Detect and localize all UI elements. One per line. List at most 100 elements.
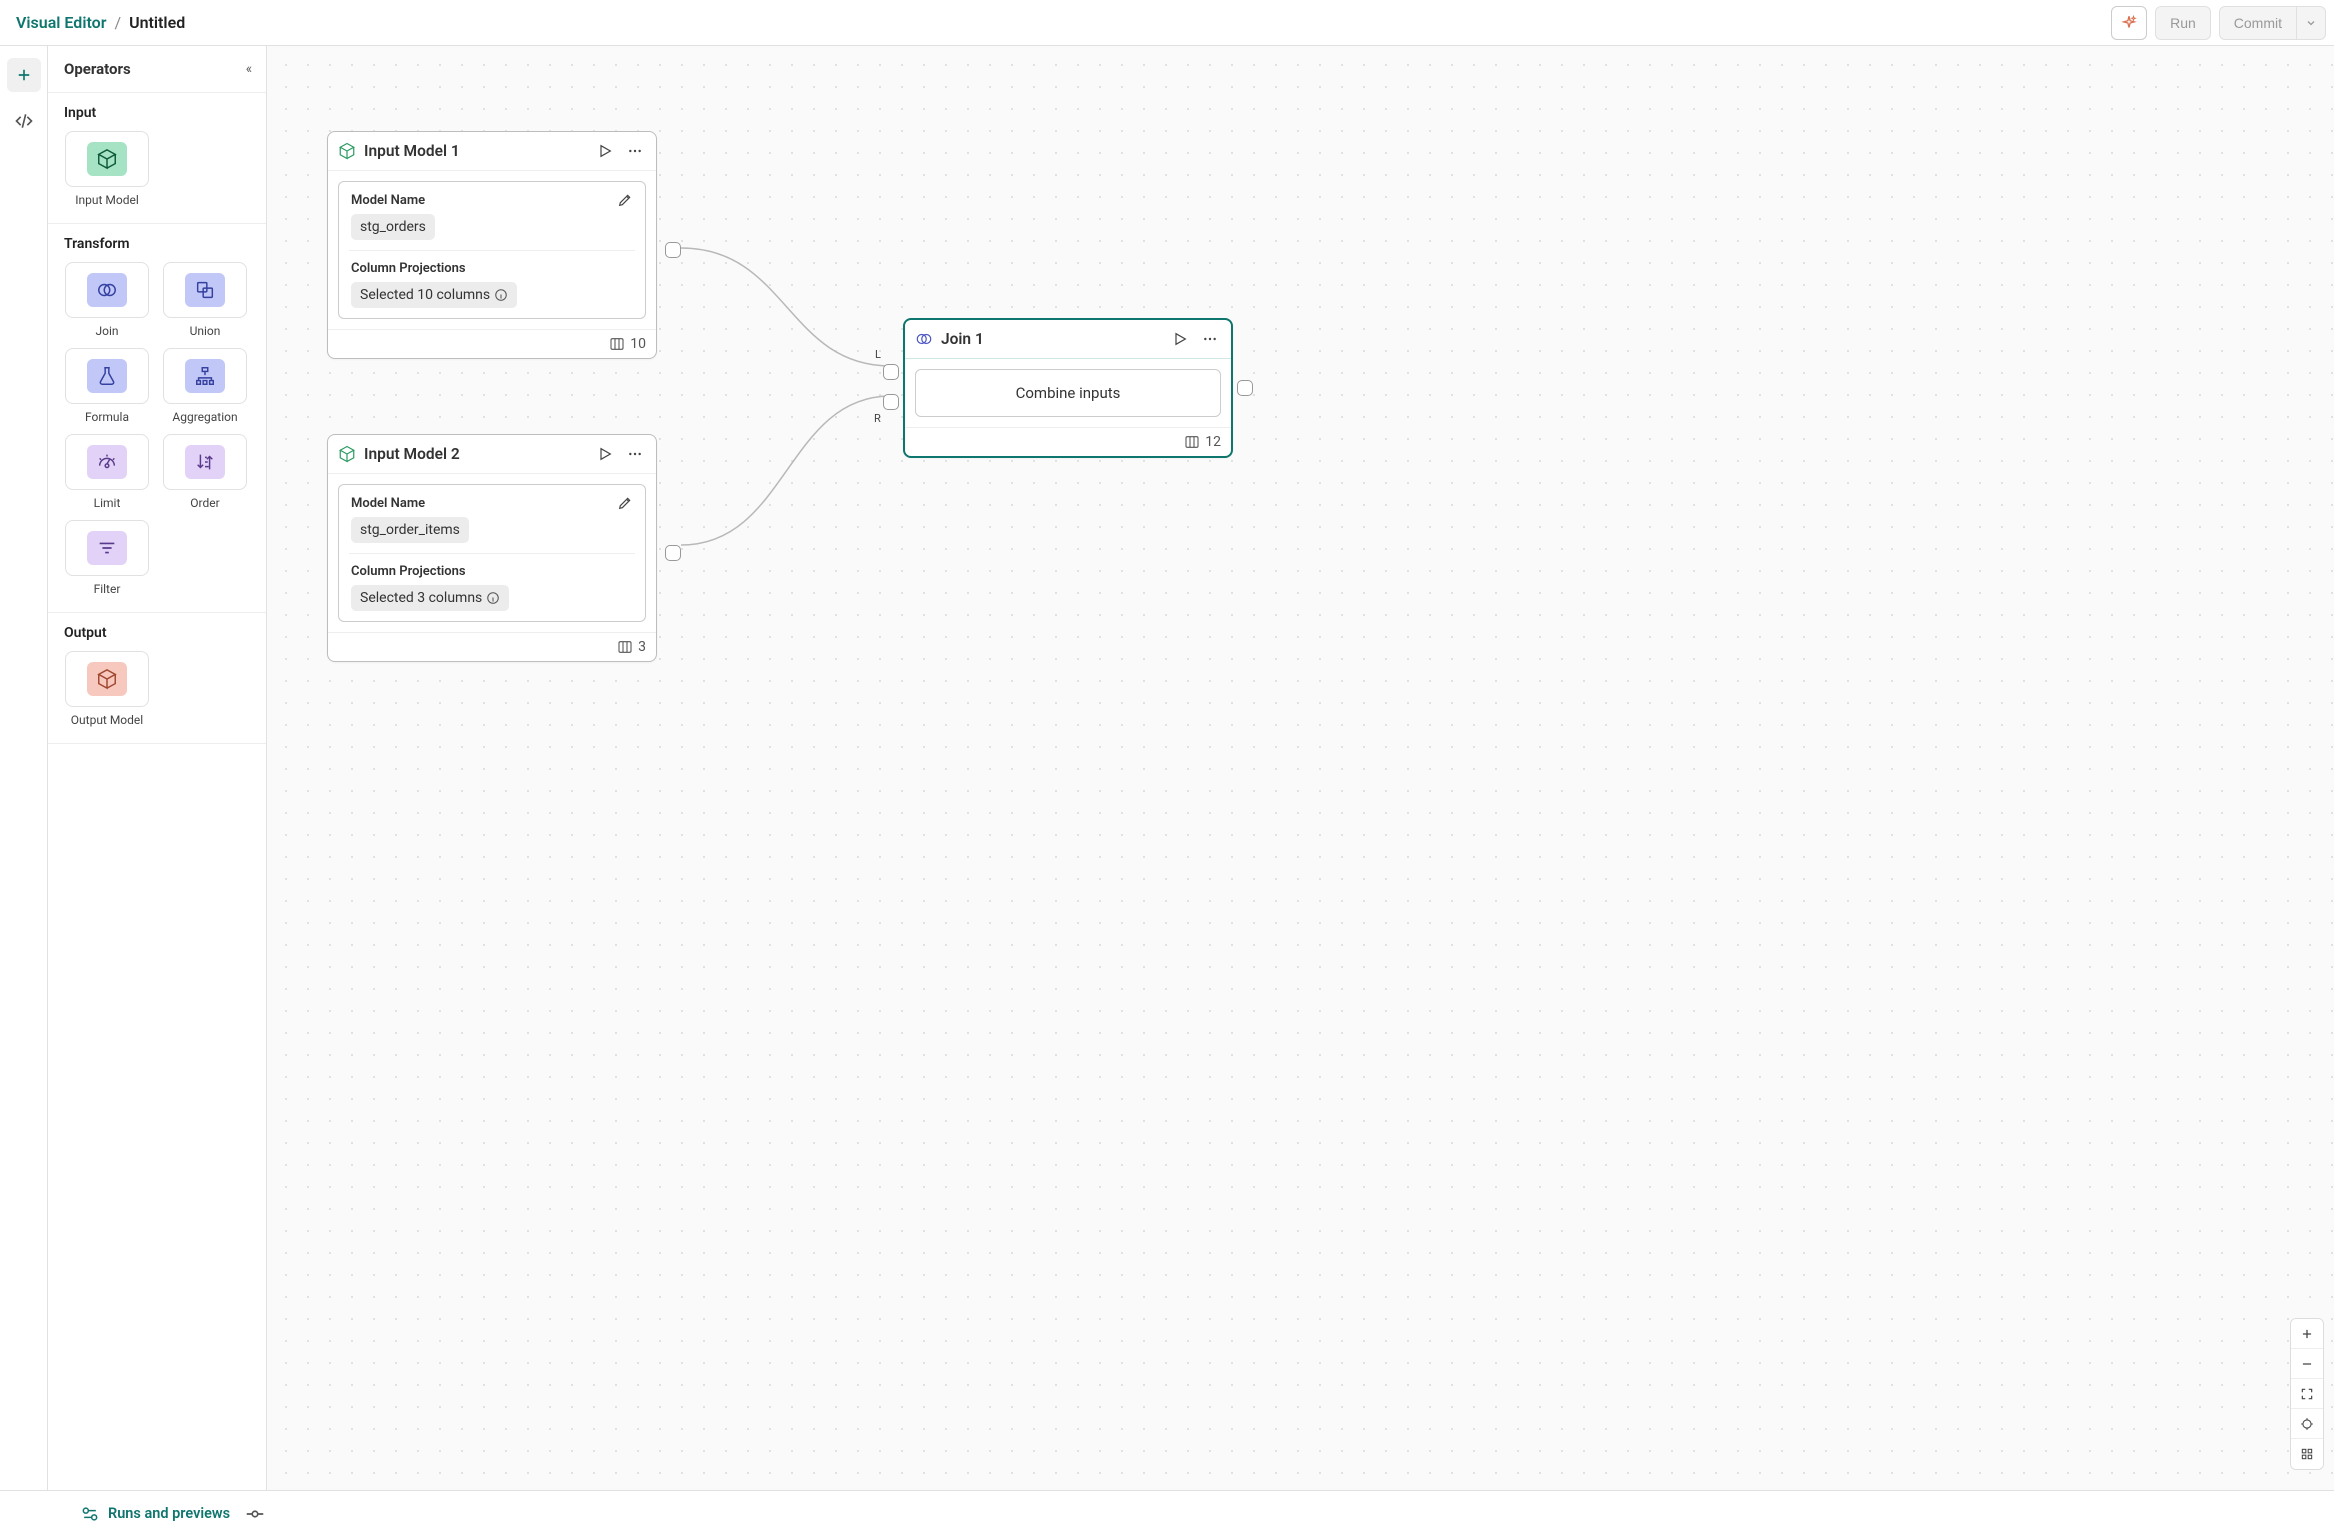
node-more-button[interactable] <box>1199 328 1221 350</box>
node-title: Join 1 <box>941 330 1161 348</box>
operator-label: Limit <box>94 496 121 510</box>
fullscreen-icon <box>2300 1387 2314 1401</box>
operator-formula[interactable]: Formula <box>64 348 150 424</box>
cube-icon <box>338 445 356 463</box>
add-button[interactable] <box>7 58 41 92</box>
column-count: 3 <box>638 639 646 655</box>
model-name-value[interactable]: stg_orders <box>351 214 435 240</box>
aggregation-icon <box>194 365 216 387</box>
sidebar-section-transform: Transform Join Union <box>48 224 266 613</box>
info-icon <box>486 591 500 605</box>
operator-union[interactable]: Union <box>162 262 248 338</box>
operator-filter[interactable]: Filter <box>64 520 150 596</box>
columns-icon <box>609 336 625 352</box>
zoom-in-button[interactable] <box>2291 1319 2323 1349</box>
commit-group: Commit <box>2219 6 2326 40</box>
minus-icon <box>2300 1357 2314 1371</box>
projections-text: Selected 10 columns <box>360 287 490 303</box>
columns-icon <box>1184 434 1200 450</box>
cube-icon <box>96 668 118 690</box>
output-port[interactable] <box>1237 380 1253 396</box>
operator-label: Filter <box>94 582 121 596</box>
cube-icon <box>96 148 118 170</box>
node-input-model-2[interactable]: Input Model 2 Model Name stg_order <box>327 434 657 662</box>
zoom-out-button[interactable] <box>2291 1349 2323 1379</box>
node-more-button[interactable] <box>624 443 646 465</box>
operator-aggregation[interactable]: Aggregation <box>162 348 248 424</box>
grid-icon <box>2300 1447 2314 1461</box>
run-button[interactable]: Run <box>2155 6 2211 40</box>
code-view-button[interactable] <box>13 110 35 132</box>
collapse-sidebar-button[interactable]: ‹‹ <box>246 61 250 77</box>
node-run-button[interactable] <box>594 140 616 162</box>
play-icon <box>597 143 613 159</box>
edit-model-button[interactable] <box>617 192 633 208</box>
node-input-model-1[interactable]: Input Model 1 Model Name stg_order <box>327 131 657 359</box>
input-port-right[interactable] <box>883 394 899 410</box>
node-title: Input Model 1 <box>364 142 586 160</box>
model-name-value[interactable]: stg_order_items <box>351 517 469 543</box>
join-icon <box>96 279 118 301</box>
join-icon <box>915 330 933 348</box>
flask-icon <box>96 365 118 387</box>
canvas[interactable]: Input Model 1 Model Name stg_order <box>267 46 2334 1490</box>
node-title: Input Model 2 <box>364 445 586 463</box>
node-join-1[interactable]: Join 1 Combine inputs 12 L R <box>903 318 1233 458</box>
center-button[interactable] <box>2291 1409 2323 1439</box>
output-port[interactable] <box>665 545 681 561</box>
sidebar-title: Operators <box>64 60 131 78</box>
grid-button[interactable] <box>2291 1439 2323 1469</box>
operator-label: Union <box>190 324 221 338</box>
edge-input1-join <box>681 248 891 366</box>
projections-value[interactable]: Selected 10 columns <box>351 282 517 308</box>
runs-previews-button[interactable]: Runs and previews <box>80 1504 230 1524</box>
sparkle-button[interactable] <box>2111 6 2147 40</box>
node-more-button[interactable] <box>624 140 646 162</box>
plus-icon <box>15 66 33 84</box>
topbar: Visual Editor / Untitled Run Commit <box>0 0 2334 46</box>
edit-model-button[interactable] <box>617 495 633 511</box>
output-port[interactable] <box>665 242 681 258</box>
section-title-output: Output <box>64 625 250 641</box>
commit-button[interactable]: Commit <box>2219 6 2297 40</box>
node-run-button[interactable] <box>1169 328 1191 350</box>
operator-join[interactable]: Join <box>64 262 150 338</box>
code-icon <box>14 111 34 131</box>
section-title-transform: Transform <box>64 236 250 252</box>
operator-label: Join <box>95 324 118 338</box>
main: Operators ‹‹ Input Input Model Transform <box>0 46 2334 1490</box>
fullscreen-button[interactable] <box>2291 1379 2323 1409</box>
operator-input-model[interactable]: Input Model <box>64 131 150 207</box>
commit-dropdown[interactable] <box>2297 6 2326 40</box>
operator-label: Input Model <box>75 193 139 207</box>
runs-previews-label: Runs and previews <box>108 1505 230 1522</box>
operator-order[interactable]: Order <box>162 434 248 510</box>
port-label-l: L <box>875 348 881 361</box>
pencil-icon <box>617 192 633 208</box>
gauge-icon <box>96 451 118 473</box>
play-icon <box>597 446 613 462</box>
union-icon <box>194 279 216 301</box>
commit-graph-icon[interactable] <box>244 1503 266 1525</box>
sidebar-section-input: Input Input Model <box>48 93 266 224</box>
more-icon <box>1202 331 1218 347</box>
breadcrumb-app[interactable]: Visual Editor <box>16 13 106 32</box>
breadcrumb: Visual Editor / Untitled <box>16 13 185 32</box>
sidebar-section-output: Output Output Model <box>48 613 266 744</box>
info-icon <box>494 288 508 302</box>
input-port-left[interactable] <box>883 364 899 380</box>
operator-label: Order <box>190 496 219 510</box>
section-title-input: Input <box>64 105 250 121</box>
operator-limit[interactable]: Limit <box>64 434 150 510</box>
node-run-button[interactable] <box>594 443 616 465</box>
operator-output-model[interactable]: Output Model <box>64 651 150 727</box>
play-icon <box>1172 331 1188 347</box>
projections-label: Column Projections <box>351 564 633 579</box>
breadcrumb-title[interactable]: Untitled <box>129 13 185 32</box>
port-label-r: R <box>874 412 881 425</box>
projections-value[interactable]: Selected 3 columns <box>351 585 509 611</box>
combine-inputs-button[interactable]: Combine inputs <box>915 369 1221 417</box>
more-icon <box>627 143 643 159</box>
model-name-label: Model Name <box>351 193 425 208</box>
operator-label: Formula <box>85 410 129 424</box>
